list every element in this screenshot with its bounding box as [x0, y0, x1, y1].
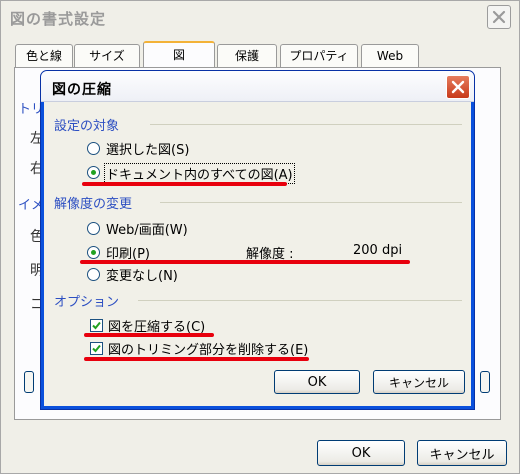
radio-selected-picture[interactable] [87, 142, 100, 155]
checkmark-icon [92, 321, 101, 330]
resolution-group-label: 解像度の変更 [54, 193, 137, 212]
radio-print[interactable] [87, 246, 100, 259]
close-icon [492, 10, 506, 24]
compress-ok-button[interactable]: OK [274, 370, 360, 394]
compress-dialog-title: 図の圧縮 [52, 82, 112, 98]
annotation-underline [84, 357, 309, 361]
checkbox-delete-cropped-areas[interactable] [90, 342, 103, 355]
radio-all-pictures-label[interactable]: ドキュメント内のすべての図(A) [104, 163, 295, 184]
reset-button[interactable] [24, 371, 34, 393]
tab-size[interactable]: サイズ [74, 44, 140, 67]
annotation-underline [84, 333, 214, 337]
tab-web[interactable]: Web [361, 44, 419, 67]
tab-color-and-lines[interactable]: 色と線 [15, 44, 73, 67]
checkbox-compress-pictures[interactable] [90, 319, 103, 332]
radio-web-screen-label[interactable]: Web/画面(W) [106, 219, 188, 238]
annotation-underline [82, 182, 287, 186]
checkmark-icon [92, 344, 101, 353]
tab-picture[interactable]: 図 [143, 41, 215, 68]
annotation-underline [80, 260, 410, 264]
target-group-label: 設定の対象 [54, 115, 124, 134]
compress-close-button[interactable] [446, 75, 470, 99]
radio-no-change[interactable] [87, 268, 100, 281]
close-icon [451, 80, 465, 94]
radio-selected-picture-label[interactable]: 選択した図(S) [106, 139, 189, 158]
outer-dialog-title: 図の書式設定 [10, 10, 107, 28]
compress-cancel-button[interactable]: キャンセル [373, 370, 465, 394]
tab-properties[interactable]: プロパティ [280, 44, 358, 67]
outer-ok-button[interactable]: OK [317, 440, 405, 466]
checkbox-delete-cropped-areas-label[interactable]: 図のトリミング部分を削除する(E) [108, 339, 308, 358]
compress-button[interactable] [480, 371, 490, 393]
radio-web-screen[interactable] [87, 222, 100, 235]
target-group-line [150, 124, 462, 125]
resolution-group-line [160, 202, 462, 203]
outer-close-button[interactable] [487, 5, 511, 29]
radio-no-change-label[interactable]: 変更なし(N) [106, 265, 178, 284]
tab-protection[interactable]: 保護 [217, 44, 277, 67]
resolution-value: 200 dpi [353, 243, 403, 258]
radio-all-pictures[interactable] [87, 166, 100, 179]
options-group-line [138, 300, 462, 301]
outer-cancel-button[interactable]: キャンセル [417, 440, 507, 466]
options-group-label: オプション [54, 291, 124, 310]
